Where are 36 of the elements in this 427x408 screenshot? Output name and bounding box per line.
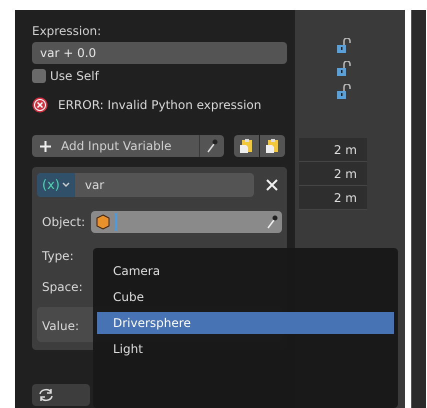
update-dependencies-button[interactable] bbox=[32, 384, 90, 406]
padlock-icon[interactable] bbox=[337, 84, 351, 100]
refresh-icon bbox=[38, 388, 54, 402]
object-field[interactable] bbox=[91, 211, 282, 233]
copy-clipboard-button[interactable] bbox=[234, 135, 259, 157]
cube-icon bbox=[95, 214, 112, 230]
menu-item[interactable]: Driversphere bbox=[97, 312, 394, 334]
expression-label: Expression: bbox=[32, 24, 102, 38]
field-label: Value: bbox=[42, 319, 79, 333]
dimension-field[interactable]: 2 m bbox=[299, 186, 367, 210]
eyedropper-button[interactable] bbox=[199, 135, 224, 157]
dimension-field[interactable]: 2 m bbox=[299, 138, 367, 162]
variable-name-field[interactable]: (x) var bbox=[37, 173, 254, 197]
menu-item[interactable]: Cube bbox=[97, 286, 394, 308]
eyedropper-icon bbox=[206, 139, 218, 153]
field-label: Space: bbox=[42, 280, 83, 294]
padlock-icon[interactable] bbox=[337, 61, 351, 77]
field-label: Type: bbox=[42, 249, 74, 263]
menu-item[interactable]: Light bbox=[97, 338, 394, 360]
object-label: Object: bbox=[42, 215, 86, 229]
add-input-variable-button[interactable]: Add Input Variable bbox=[32, 135, 199, 157]
dimension-field[interactable]: 2 m bbox=[299, 162, 367, 186]
eyedropper-icon[interactable] bbox=[266, 215, 278, 229]
use-self-checkbox[interactable] bbox=[32, 69, 46, 83]
error-message: ERROR: Invalid Python expression bbox=[58, 98, 262, 112]
caret-icon bbox=[62, 182, 70, 188]
variable-type-dropdown[interactable]: (x) bbox=[37, 173, 75, 197]
paste-clipboard-button[interactable] bbox=[260, 135, 285, 157]
clipboard-icon bbox=[264, 138, 280, 154]
expression-field[interactable]: var + 0.0 bbox=[32, 42, 287, 64]
plus-icon bbox=[40, 140, 51, 152]
menu-item[interactable]: Camera bbox=[97, 260, 394, 282]
padlock-icon[interactable] bbox=[337, 38, 351, 54]
clipboard-icon bbox=[238, 138, 254, 154]
error-icon bbox=[32, 97, 48, 113]
use-self-label: Use Self bbox=[50, 69, 99, 83]
